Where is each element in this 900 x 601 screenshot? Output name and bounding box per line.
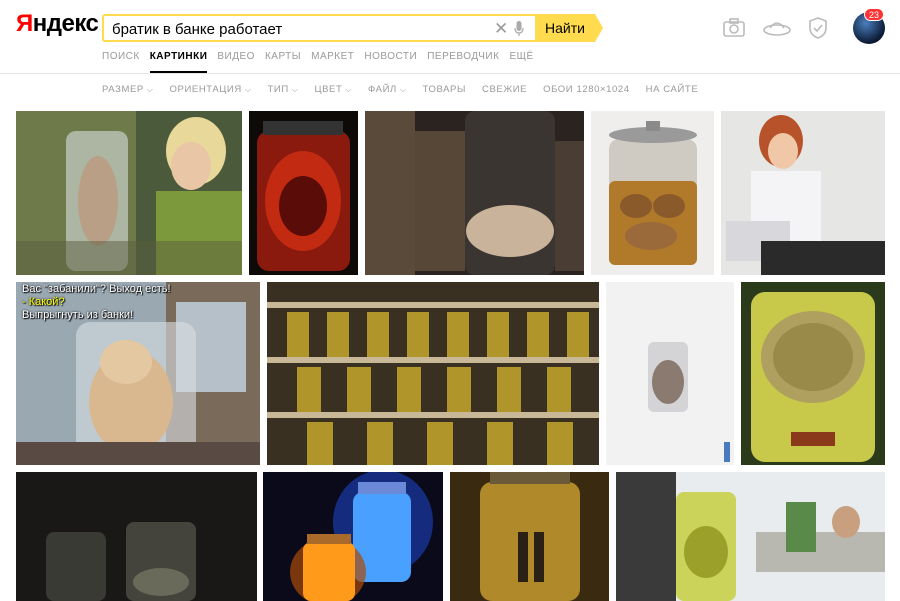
- thumbnail-office-head-jar: [616, 472, 885, 601]
- image-result[interactable]: [721, 111, 885, 275]
- notification-badge: 23: [864, 8, 884, 21]
- filter-color[interactable]: ЦВЕТ ⌵: [314, 84, 352, 98]
- clear-icon[interactable]: ✕: [494, 19, 508, 39]
- image-result[interactable]: [606, 282, 734, 465]
- image-result[interactable]: [616, 472, 885, 601]
- filter-wallpapers[interactable]: ОБОИ 1280×1024: [543, 84, 630, 98]
- filters-bar: РАЗМЕР ⌵ ОРИЕНТАЦИЯ ⌵ ТИП ⌵ ЦВЕТ ⌵ ФАЙЛ ⌵ ТОВ…: [102, 84, 698, 98]
- thumbnail-small-cat-jar: [606, 282, 734, 465]
- tab-eshche[interactable]: ЕЩЁ: [509, 51, 533, 73]
- image-result[interactable]: [450, 472, 609, 601]
- thumbnail-figures-in-jar: [450, 472, 609, 601]
- filter-products[interactable]: ТОВАРЫ: [423, 84, 466, 98]
- image-result[interactable]: [263, 472, 443, 601]
- tab-market[interactable]: МАРКЕТ: [311, 51, 354, 73]
- ufo-icon[interactable]: [763, 16, 791, 40]
- yandex-logo[interactable]: Яндекс: [16, 10, 99, 38]
- search-input[interactable]: [112, 20, 482, 38]
- thumbnail-red-jar: [249, 111, 358, 275]
- tab-novosti[interactable]: НОВОСТИ: [364, 51, 417, 73]
- caption-overlay: Вас "забанили"? Выход есть! - Какой? Вып…: [22, 283, 171, 321]
- camera-icon[interactable]: [722, 16, 746, 40]
- thumbnail-specimen-shelves: [267, 282, 599, 465]
- tab-poisk[interactable]: ПОИСК: [102, 51, 140, 73]
- tab-karty[interactable]: КАРТЫ: [265, 51, 301, 73]
- filter-on-site[interactable]: НА САЙТЕ: [646, 84, 699, 98]
- thumbnail-brain-jar-shelf: [365, 111, 584, 275]
- thumbnail-woman-laptop: [721, 111, 885, 275]
- thumbnail-glowing-jars: [263, 472, 443, 601]
- filter-size[interactable]: РАЗМЕР ⌵: [102, 84, 154, 98]
- thumbnail-big-brain-jar: [741, 282, 885, 465]
- service-tabs: ПОИСК КАРТИНКИ ВИДЕО КАРТЫ МАРКЕТ НОВОСТ…: [102, 51, 534, 73]
- image-result[interactable]: [591, 111, 714, 275]
- tab-perevodchik[interactable]: ПЕРЕВОДЧИК: [427, 51, 499, 73]
- search-bar: ✕ Найти: [102, 14, 603, 42]
- filter-orientation[interactable]: ОРИЕНТАЦИЯ ⌵: [170, 84, 252, 98]
- search-box: ✕: [102, 14, 536, 42]
- header: Яндекс ✕ Найти ПОИСК КАРТИНКИ ВИДЕО КАРТ…: [0, 0, 900, 74]
- thumbnail-jar-brains: [591, 111, 714, 275]
- shield-icon[interactable]: [808, 16, 828, 40]
- image-result[interactable]: [365, 111, 584, 275]
- microphone-icon[interactable]: [514, 21, 524, 37]
- image-result[interactable]: [16, 472, 257, 601]
- tab-video[interactable]: ВИДЕО: [217, 51, 255, 73]
- filter-file[interactable]: ФАЙЛ ⌵: [368, 84, 407, 98]
- image-result[interactable]: [249, 111, 358, 275]
- image-result[interactable]: [267, 282, 599, 465]
- thumbnail-dark-jars: [16, 472, 257, 601]
- image-result[interactable]: [741, 282, 885, 465]
- search-button-arrow: [595, 14, 603, 42]
- filter-type[interactable]: ТИП ⌵: [268, 84, 299, 98]
- tab-kartinki[interactable]: КАРТИНКИ: [149, 51, 208, 73]
- thumbnail-woman-with-jar: [16, 111, 242, 275]
- filter-fresh[interactable]: СВЕЖИЕ: [482, 84, 527, 98]
- search-button[interactable]: Найти: [535, 14, 595, 42]
- image-result[interactable]: Вас "забанили"? Выход есть! - Какой? Вып…: [16, 282, 260, 465]
- image-result[interactable]: [16, 111, 242, 275]
